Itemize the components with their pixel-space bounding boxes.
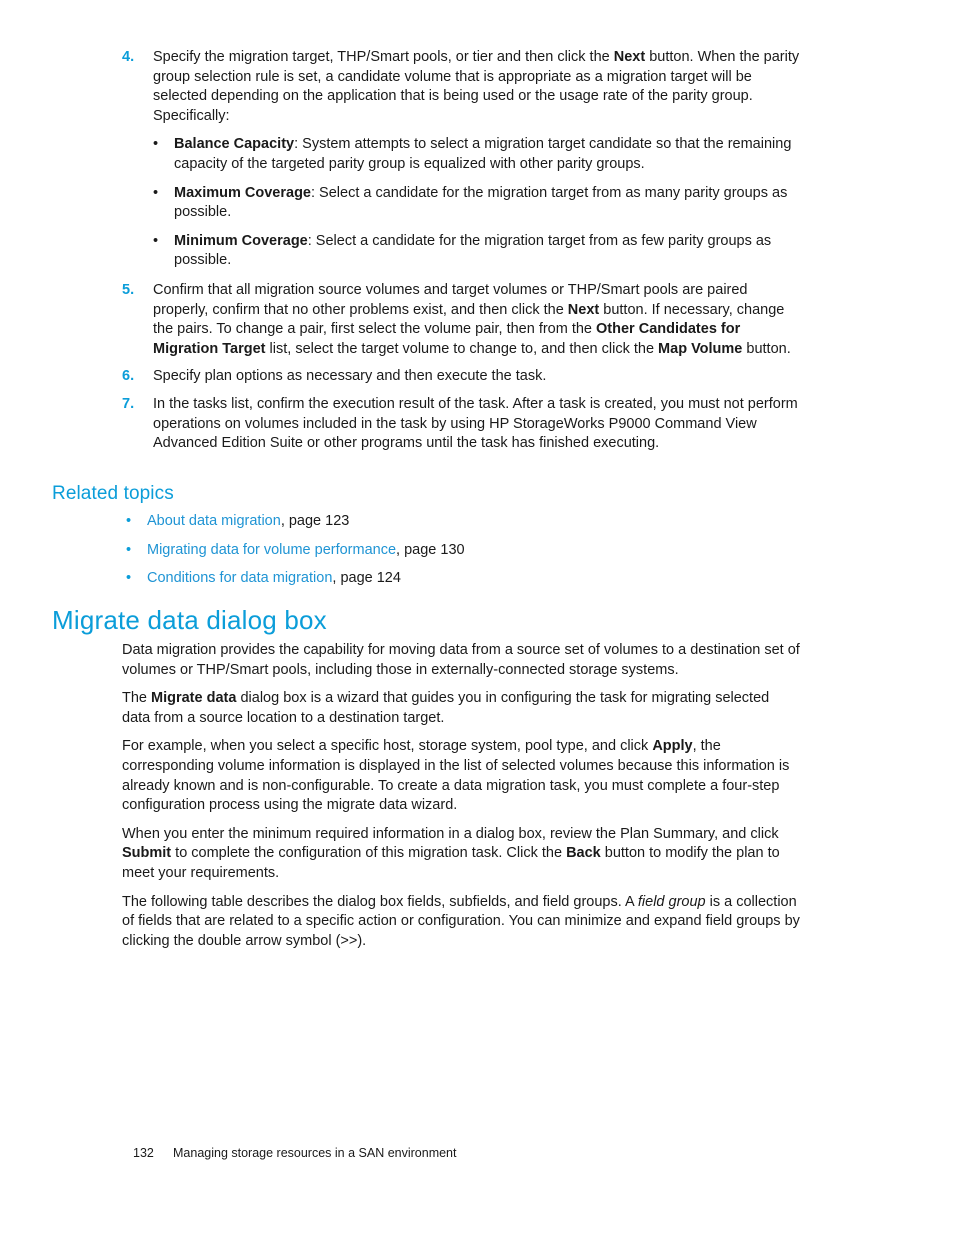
step-sub-list: • Balance Capacity: System attempts to se… <box>153 135 802 271</box>
list-item-text: Balance Capacity: System attempts to sel… <box>174 135 802 174</box>
body-emphasis: Apply <box>652 738 693 755</box>
related-topic-item[interactable]: • Conditions for data migration, page 124 <box>126 569 766 589</box>
footer-page-number: 132 <box>133 1146 154 1160</box>
bullet-icon: • <box>126 570 132 587</box>
related-topic-item[interactable]: • Migrating data for volume performance, … <box>126 541 766 561</box>
step-number: 4. <box>122 49 135 65</box>
bullet-icon: • <box>153 136 159 153</box>
bullet-icon: • <box>153 184 159 201</box>
step-body: Specify plan options as necessary and th… <box>153 367 802 387</box>
body-emphasis: Back <box>566 845 601 862</box>
step-emphasis: Map Volume <box>658 340 743 357</box>
cross-reference-page: , page 130 <box>396 541 465 558</box>
step-number: 7. <box>122 395 135 412</box>
body-emphasis: Migrate data <box>151 690 237 707</box>
body-paragraph: For example, when you select a specific … <box>122 737 800 815</box>
sub-item-emphasis: Balance Capacity <box>174 136 295 153</box>
section-body: Data migration provides the capability f… <box>122 641 800 951</box>
body-paragraph: The following table describes the dialog… <box>122 893 800 952</box>
list-item: • Balance Capacity: System attempts to se… <box>153 135 802 174</box>
body-emphasis: Submit <box>122 845 172 862</box>
related-topic-body: Migrating data for volume performance, p… <box>147 541 766 561</box>
document-page: 4. Specify the migration target, THP/Smar… <box>0 0 954 1235</box>
cross-reference-link[interactable]: Conditions for data migration <box>147 570 332 586</box>
list-item-text: Minimum Coverage: Select a candidate for… <box>174 232 802 271</box>
procedure-step: 5. Confirm that all migration source volu… <box>122 281 802 359</box>
related-topic-body: About data migration, page 123 <box>147 512 766 532</box>
step-text: button. <box>742 340 791 357</box>
bullet-icon: • <box>126 541 132 558</box>
body-paragraph: When you enter the minimum required info… <box>122 825 800 884</box>
body-paragraph: The Migrate data dialog box is a wizard … <box>122 689 800 728</box>
body-text: When you enter the minimum required info… <box>122 825 779 842</box>
step-number: 5. <box>122 281 135 298</box>
body-text: The <box>122 690 152 707</box>
step-emphasis: Next <box>567 301 600 318</box>
related-topics-heading: Related topics <box>52 483 174 504</box>
body-text: to complete the configuration of this mi… <box>171 845 567 862</box>
footer-title: Managing storage resources in a SAN envi… <box>173 1146 457 1160</box>
related-topic-body: Conditions for data migration, page 124 <box>147 569 766 589</box>
sub-item-emphasis: Maximum Coverage <box>174 184 311 201</box>
cross-reference-page: , page 124 <box>332 570 401 587</box>
step-text: Specify plan options as necessary and th… <box>153 368 547 385</box>
procedure-list: 4. Specify the migration target, THP/Smar… <box>122 48 802 462</box>
related-topics-list: • About data migration, page 123 • Migratin… <box>126 512 766 598</box>
step-paragraph: Specify plan options as necessary and th… <box>153 367 802 387</box>
sub-item-emphasis: Minimum Coverage <box>174 232 308 249</box>
body-text: For example, when you select a specific … <box>122 738 653 755</box>
body-text: Data migration provides the capability f… <box>122 642 800 678</box>
step-paragraph: Specify the migration target, THP/Smart … <box>153 48 802 126</box>
step-text: In the tasks list, confirm the execution… <box>153 395 798 452</box>
cross-reference-page: , page 123 <box>280 513 350 529</box>
cross-reference-link[interactable]: About data migration <box>147 513 281 529</box>
step-paragraph: Confirm that all migration source volume… <box>153 281 802 359</box>
section-heading: Migrate data dialog box <box>52 605 327 635</box>
procedure-step: 6. Specify plan options as necessary and … <box>122 367 802 387</box>
body-text: The following table describes the dialog… <box>122 893 638 910</box>
body-italic: field group <box>637 893 706 910</box>
bullet-icon: • <box>153 232 159 249</box>
step-paragraph: In the tasks list, confirm the execution… <box>153 395 802 454</box>
body-paragraph: Data migration provides the capability f… <box>122 641 800 680</box>
bullet-icon: • <box>126 513 132 529</box>
list-item: • Minimum Coverage: Select a candidate fo… <box>153 232 802 271</box>
list-item-text: Maximum Coverage: Select a candidate for… <box>174 184 802 223</box>
related-topic-item[interactable]: • About data migration, page 123 <box>126 512 766 532</box>
procedure-step: 7. In the tasks list, confirm the executi… <box>122 395 802 454</box>
step-emphasis: Next <box>613 49 646 65</box>
step-number: 6. <box>122 368 135 385</box>
step-body: In the tasks list, confirm the execution… <box>153 395 802 454</box>
list-item: • Maximum Coverage: Select a candidate fo… <box>153 184 802 223</box>
cross-reference-link[interactable]: Migrating data for volume performance <box>147 542 396 558</box>
step-body: Specify the migration target, THP/Smart … <box>153 48 802 273</box>
procedure-step: 4. Specify the migration target, THP/Smar… <box>122 48 802 273</box>
step-text: Specify the migration target, THP/Smart … <box>153 49 614 65</box>
step-text: list, select the target volume to change… <box>265 340 659 357</box>
step-body: Confirm that all migration source volume… <box>153 281 802 359</box>
page-footer: 132 Managing storage resources in a SAN … <box>133 1146 456 1160</box>
